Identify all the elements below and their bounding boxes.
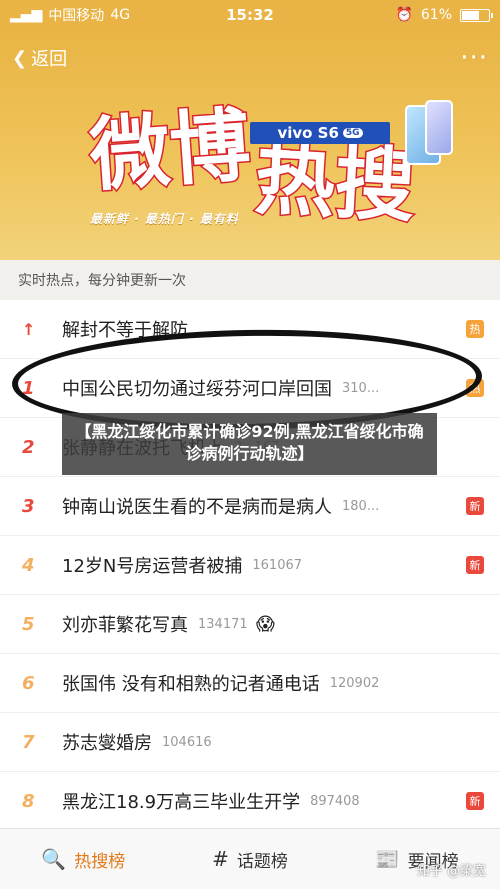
- item-title: 苏志燮婚房: [62, 733, 152, 754]
- item-count: 1610675: [252, 557, 303, 573]
- hot-search-item[interactable]: ↑ 解封不等于解防 热: [0, 300, 500, 359]
- rank-number: 6: [22, 672, 35, 694]
- back-button[interactable]: ❮ 返回: [12, 45, 67, 71]
- item-title: 张国伟 没有和相熟的记者通电话: [62, 674, 320, 695]
- sponsor-badge[interactable]: vivo S6 5G: [250, 122, 390, 144]
- nav-bar: ❮ 返回 ···: [0, 38, 500, 78]
- watermark: 知乎 @梁宽: [416, 864, 486, 879]
- network-label: 4G: [110, 7, 131, 23]
- item-count: 897408: [310, 793, 360, 809]
- hot-search-item[interactable]: 1 中国公民切勿通过绥芬河口岸回国 310... 热: [0, 359, 500, 418]
- hero-tagline: 最新鲜 · 最热门 · 最有料: [90, 212, 239, 226]
- item-count: 1046162: [162, 734, 212, 750]
- shocked-face-icon: 😱: [256, 613, 275, 635]
- new-badge: 新: [466, 497, 484, 515]
- item-count: 310...: [342, 380, 380, 396]
- tab-label: 话题榜: [236, 851, 288, 872]
- new-badge: 新: [466, 792, 484, 810]
- hero-banner: ❮ 返回 ··· 微博 热搜 最新鲜 · 最热门 · 最有料 vivo S6 5…: [0, 30, 500, 260]
- battery-percent: 61%: [420, 7, 452, 23]
- item-title: 解封不等于解防: [62, 320, 188, 341]
- bottom-tab-bar: 🔍 热搜榜 # 话题榜 📰 要闻榜: [0, 828, 500, 889]
- rank-number: 5: [22, 613, 35, 635]
- tab-label: 热搜榜: [74, 851, 126, 872]
- search-icon: 🔍: [41, 847, 67, 871]
- back-label: 返回: [31, 49, 68, 70]
- hot-search-item[interactable]: 3 钟南山说医生看的不是病而是病人 180... 新: [0, 477, 500, 536]
- phone-image-back: [425, 100, 453, 155]
- rank-number: 8: [22, 790, 35, 812]
- item-count: 1209029: [329, 675, 380, 691]
- hot-search-list: ↑解封不等于解防热1中国公民切勿通过绥芬河口岸回国310...热2张静静在波托飞…: [0, 300, 500, 831]
- hot-search-item[interactable]: 4 12岁N号房运营者被捕 1610675 新: [0, 536, 500, 595]
- item-title: 12岁N号房运营者被捕: [62, 556, 243, 577]
- carrier-label: 中国移动: [48, 8, 105, 24]
- newspaper-icon: 📰: [374, 847, 400, 871]
- more-button[interactable]: ···: [460, 45, 488, 71]
- sponsor-label: vivo S6: [277, 124, 339, 142]
- rank-number: 1: [22, 377, 35, 399]
- rank-number: 7: [22, 731, 35, 753]
- hot-search-item[interactable]: 6 张国伟 没有和相熟的记者通电话 1209029: [0, 654, 500, 713]
- hot-search-item[interactable]: 5 刘亦菲繁花写真 1341719 😱: [0, 595, 500, 654]
- chevron-left-icon: ❮: [12, 47, 28, 69]
- item-title: 钟南山说医生看的不是病而是病人: [62, 497, 332, 518]
- pinned-arrow-icon: ↑: [22, 319, 36, 339]
- signal-icon: ▂▄▆: [10, 7, 43, 23]
- item-title: 中国公民切勿通过绥芬河口岸回国: [62, 379, 332, 400]
- status-bar: ▂▄▆ 中国移动 4G 15:32 ⏰ 61%: [0, 0, 500, 30]
- item-count: 180...: [342, 498, 380, 514]
- battery-icon: [460, 8, 493, 22]
- rank-number: 2: [22, 436, 35, 458]
- hot-search-item[interactable]: 8 黑龙江18.9万高三毕业生开学 897408 新: [0, 772, 500, 831]
- item-title: 黑龙江18.9万高三毕业生开学: [62, 792, 301, 813]
- tab-topics[interactable]: # 话题榜: [167, 847, 334, 872]
- rank-number: 4: [22, 554, 35, 576]
- hashtag-icon: #: [212, 847, 229, 871]
- hero-title-part1: 微博: [85, 96, 254, 204]
- rank-number: 3: [22, 495, 35, 517]
- item-title: 刘亦菲繁花写真: [62, 615, 188, 636]
- hero-title-part2: 热搜: [251, 129, 419, 234]
- alarm-icon: ⏰: [395, 7, 413, 23]
- item-count: 1341719: [198, 616, 248, 632]
- status-time: 15:32: [226, 6, 274, 24]
- hot-badge: 热: [466, 379, 484, 397]
- hero-logo: 微博 热搜 最新鲜 · 最热门 · 最有料: [70, 96, 430, 240]
- hot-search-item[interactable]: 7 苏志燮婚房 1046162: [0, 713, 500, 772]
- update-notice: 实时热点，每分钟更新一次: [0, 260, 500, 300]
- new-badge: 新: [466, 556, 484, 574]
- caption-overlay: 【黑龙江绥化市累计确诊92例,黑龙江省绥化市确诊病例行动轨迹】: [62, 413, 437, 475]
- hot-badge: 热: [466, 320, 484, 338]
- sponsor-5g-tag: 5G: [342, 128, 363, 138]
- tab-hot-search[interactable]: 🔍 热搜榜: [0, 847, 167, 872]
